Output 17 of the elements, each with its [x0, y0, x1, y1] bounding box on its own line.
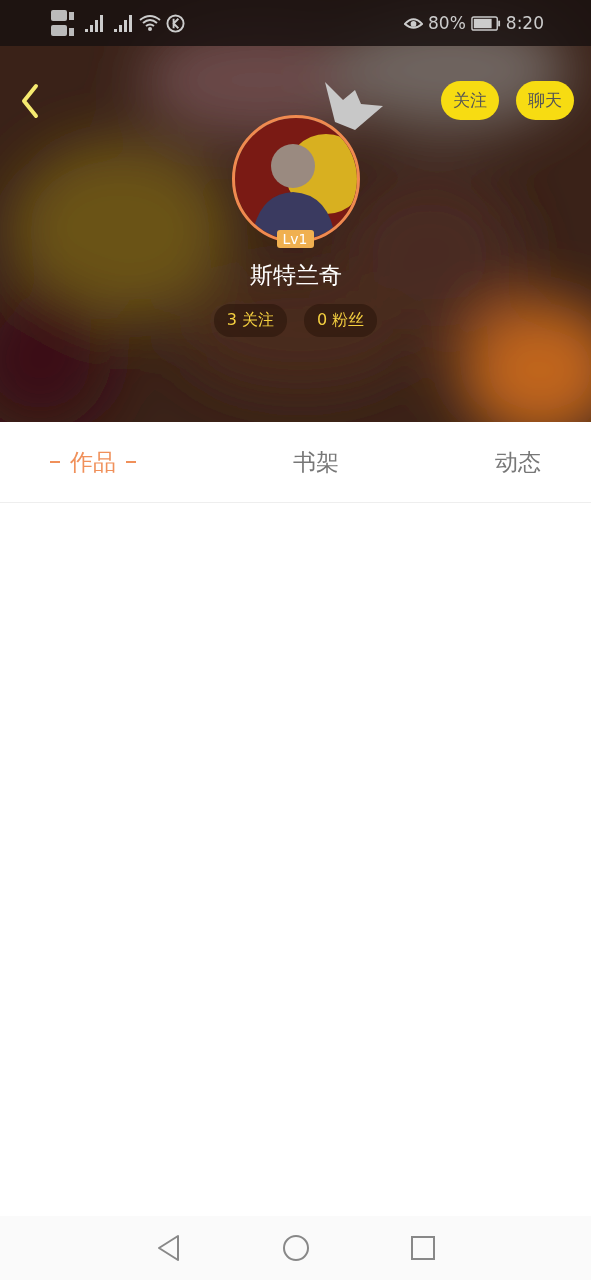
- eye-icon: [404, 16, 423, 30]
- tab[interactable]: 书架: [292, 442, 339, 482]
- stat-chip[interactable]: 0 粉丝: [304, 304, 378, 337]
- tab[interactable]: 动态: [495, 442, 541, 482]
- battery-icon: [470, 15, 501, 31]
- home-icon[interactable]: [281, 1234, 310, 1262]
- wifi-icon: [139, 14, 161, 32]
- back-icon[interactable]: [20, 83, 40, 119]
- battery-percent: 80%: [428, 13, 466, 33]
- sim-icon: [50, 8, 76, 38]
- recents-icon[interactable]: [409, 1235, 436, 1261]
- level-badge: Lv1: [276, 230, 314, 248]
- stat-chip[interactable]: 3 关注: [213, 304, 287, 337]
- user-name: 斯特兰奇: [249, 261, 342, 290]
- k-circle-icon: [166, 13, 185, 33]
- back-nav-icon[interactable]: [155, 1234, 182, 1262]
- clock-time: 8:20: [505, 13, 544, 33]
